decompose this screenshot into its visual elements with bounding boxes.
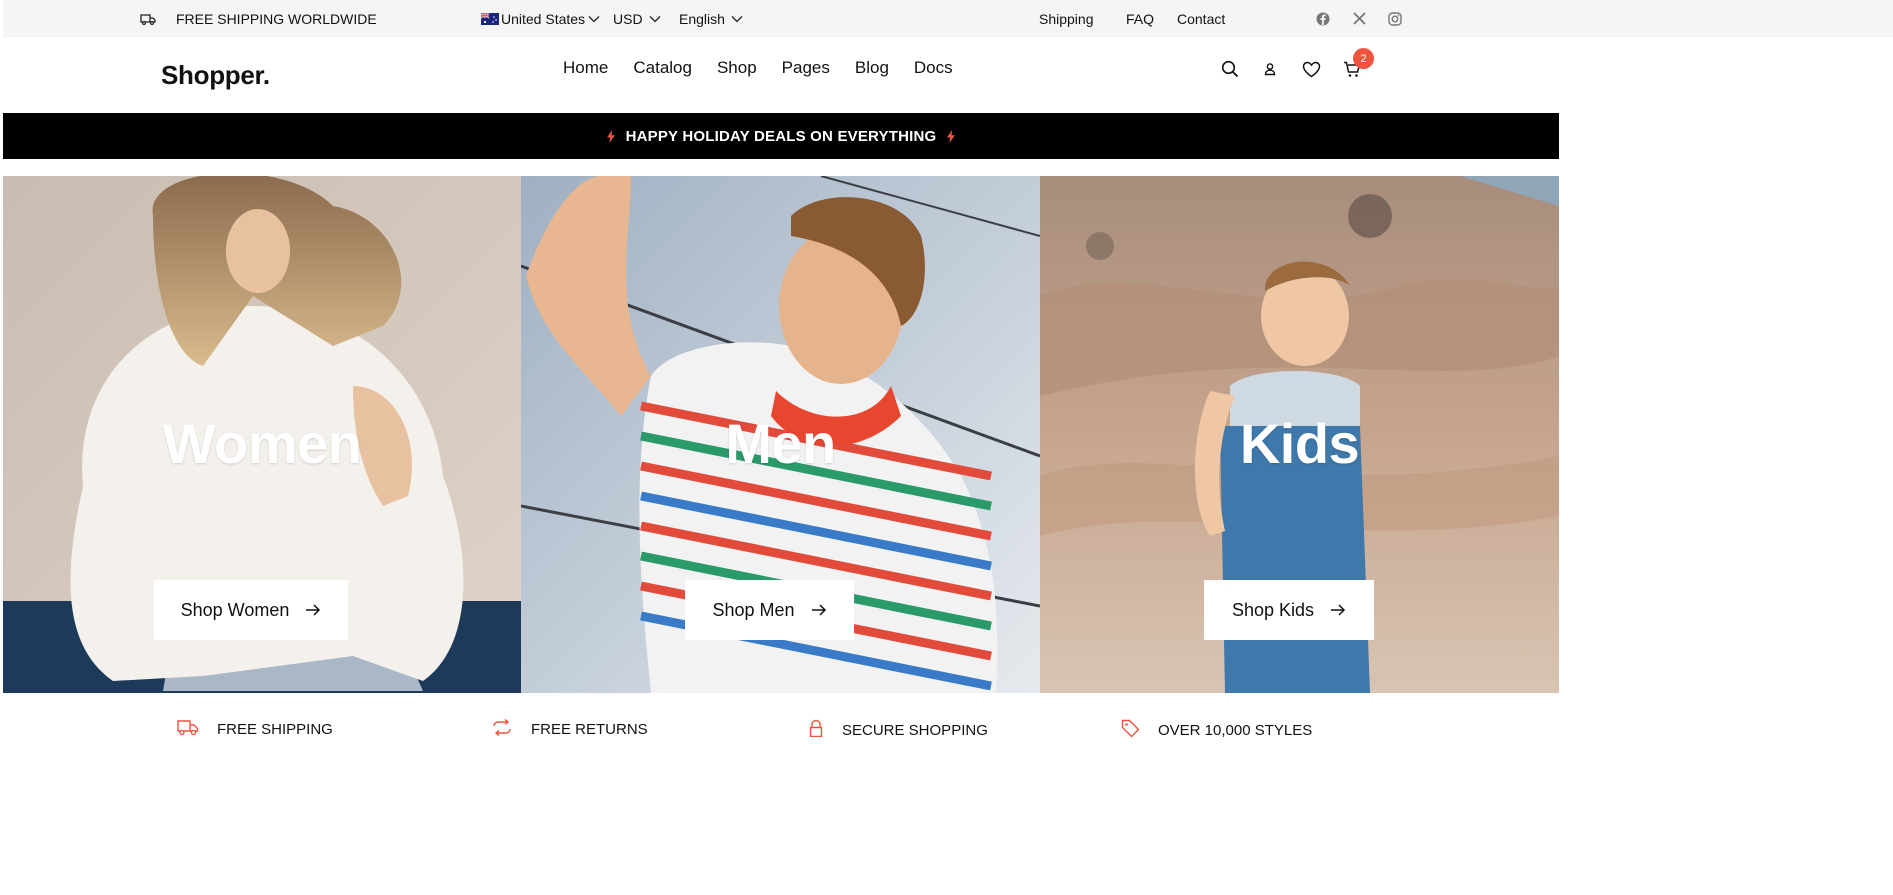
lightning-icon <box>606 129 615 143</box>
shipping-notice: FREE SHIPPING WORLDWIDE <box>140 0 377 37</box>
logo[interactable]: Shopper. <box>161 60 270 91</box>
shop-women-label: Shop Women <box>180 599 290 620</box>
shipping-notice-text: FREE SHIPPING WORLDWIDE <box>176 10 377 27</box>
arrow-right-icon <box>1330 604 1346 616</box>
category-panel-women[interactable]: Women Shop Women <box>3 176 521 693</box>
promo-text: HAPPY HOLIDAY DEALS ON EVERYTHING <box>625 127 937 145</box>
nav-link-shop[interactable]: Shop <box>717 58 757 78</box>
feature-free-returns: FREE RETURNS <box>491 718 648 740</box>
category-panel-kids[interactable]: Kids Shop Kids <box>1040 176 1559 693</box>
main-navbar: Shopper. Home Catalog Shop Pages Blog Do… <box>3 38 1893 114</box>
faq-link[interactable]: FAQ <box>1126 0 1154 37</box>
feature-label: FREE SHIPPING <box>217 721 333 738</box>
truck-icon <box>177 719 217 740</box>
language-label: English <box>679 10 725 27</box>
category-title: Women <box>162 412 362 475</box>
facebook-icon[interactable] <box>1316 0 1330 37</box>
features-strip: FREE SHIPPING FREE RETURNS SECURE SHOPPI… <box>0 707 1893 757</box>
refresh-icon <box>491 718 531 740</box>
user-icon[interactable] <box>1259 58 1281 80</box>
country-selector[interactable]: United States <box>481 0 600 37</box>
search-icon[interactable] <box>1219 58 1241 80</box>
shop-men-label: Shop Men <box>712 599 795 620</box>
chevron-down-icon <box>588 15 600 23</box>
shop-kids-label: Shop Kids <box>1231 599 1315 620</box>
feature-secure-shopping: SECURE SHOPPING <box>808 719 988 741</box>
shop-kids-button[interactable]: Shop Kids <box>1204 580 1374 640</box>
nav-link-catalog[interactable]: Catalog <box>633 58 692 78</box>
top-bar: FREE SHIPPING WORLDWIDE United States US… <box>3 0 1893 37</box>
x-icon[interactable] <box>1353 0 1366 37</box>
truck-icon <box>140 13 156 25</box>
category-panel-men[interactable]: Men Shop Men <box>521 176 1040 693</box>
tag-icon <box>1121 719 1158 742</box>
cart-count-badge: 2 <box>1353 48 1374 69</box>
arrow-right-icon <box>811 604 827 616</box>
currency-label: USD <box>613 10 643 27</box>
language-selector[interactable]: English <box>679 0 743 37</box>
lock-icon <box>808 719 842 741</box>
nav-link-docs[interactable]: Docs <box>914 58 953 78</box>
faq-link-label: FAQ <box>1126 10 1155 27</box>
nav-link-home[interactable]: Home <box>563 58 608 78</box>
category-title: Kids <box>1239 412 1360 475</box>
page: FREE SHIPPING WORLDWIDE United States US… <box>0 0 1893 895</box>
lightning-icon <box>947 129 956 143</box>
feature-label: SECURE SHOPPING <box>842 721 988 739</box>
feature-free-shipping: FREE SHIPPING <box>177 719 333 740</box>
currency-selector[interactable]: USD <box>613 0 661 37</box>
shop-men-button[interactable]: Shop Men <box>685 580 854 640</box>
heart-icon[interactable] <box>1300 58 1322 80</box>
category-title: Men <box>725 412 836 475</box>
shipping-link[interactable]: Shipping <box>1039 0 1094 37</box>
chevron-down-icon <box>731 15 743 23</box>
shipping-link-label: Shipping <box>1039 10 1094 27</box>
shop-women-button[interactable]: Shop Women <box>154 580 348 640</box>
feature-label: FREE RETURNS <box>531 721 648 738</box>
nav-links: Home Catalog Shop Pages Blog Docs <box>563 58 978 78</box>
feature-over-10000-styles: OVER 10,000 STYLES <box>1121 719 1312 742</box>
arrow-right-icon <box>305 604 321 616</box>
country-label: United States <box>501 10 586 27</box>
australia-flag-icon <box>481 12 501 25</box>
nav-link-pages[interactable]: Pages <box>782 58 830 78</box>
nav-link-blog[interactable]: Blog <box>855 58 889 78</box>
feature-label: OVER 10,000 STYLES <box>1158 722 1313 739</box>
contact-link-label: Contact <box>1177 10 1226 27</box>
contact-link[interactable]: Contact <box>1177 0 1225 37</box>
instagram-icon[interactable] <box>1388 0 1402 37</box>
promo-banner: HAPPY HOLIDAY DEALS ON EVERYTHING <box>3 113 1559 159</box>
chevron-down-icon <box>649 15 661 23</box>
